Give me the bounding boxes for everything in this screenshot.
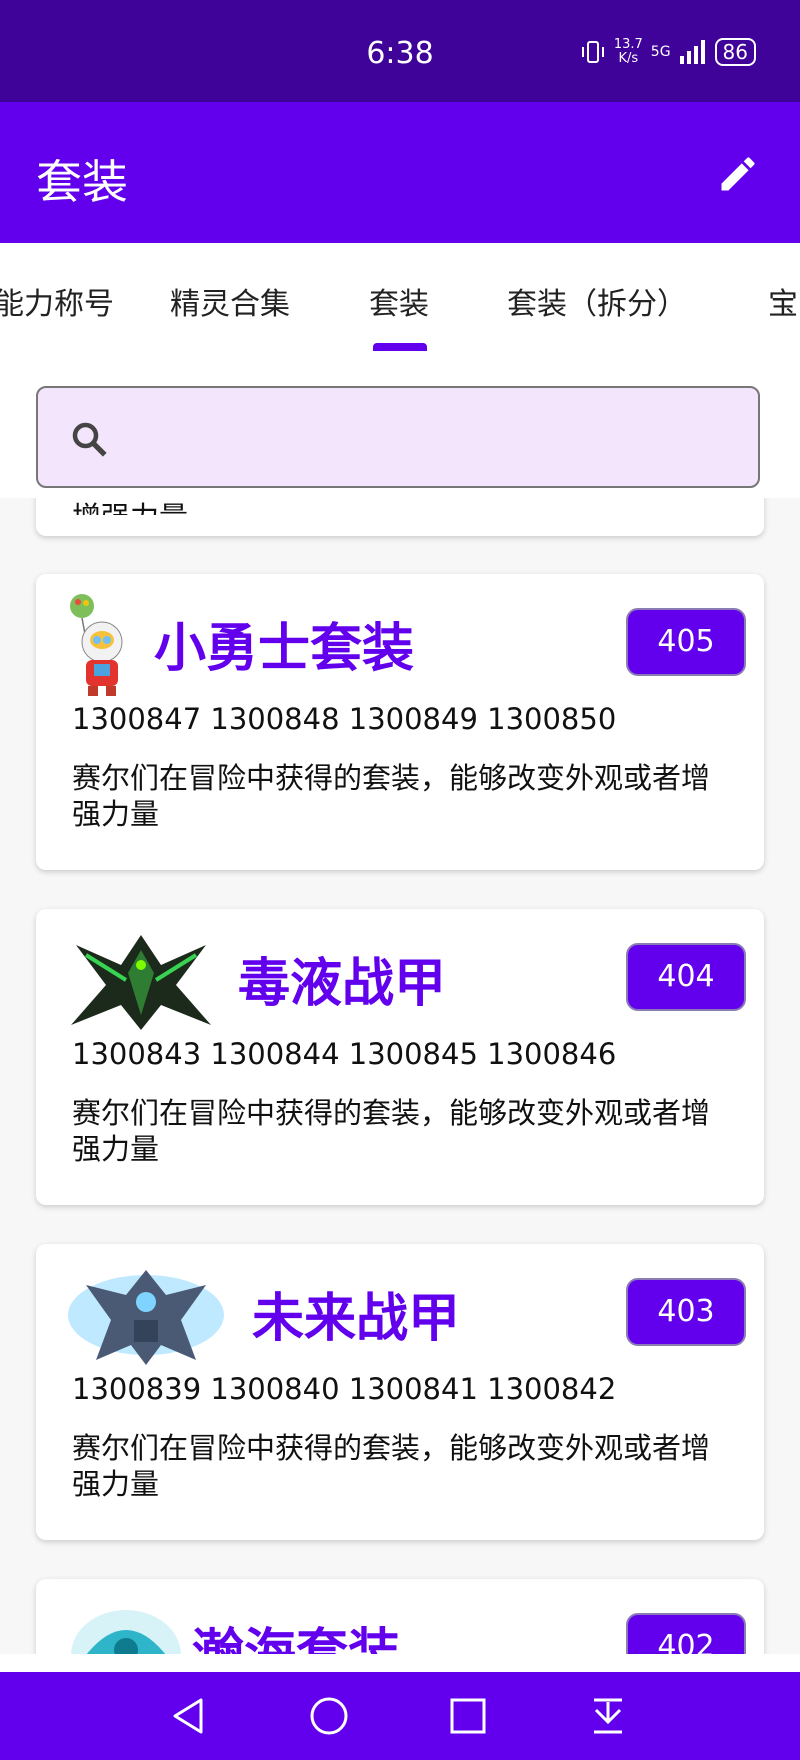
list-item[interactable]: 毒液战甲 404 1300843 1300844 1300845 1300846… bbox=[36, 909, 764, 1205]
hero-avatar-icon bbox=[70, 594, 123, 696]
back-icon[interactable] bbox=[165, 1692, 213, 1740]
card-title: 瀚海套装 bbox=[192, 1624, 401, 1654]
list-item[interactable]: 小勇士套装 405 1300847 1300848 1300849 130085… bbox=[36, 574, 764, 870]
system-nav-bar bbox=[0, 1672, 800, 1760]
tab-suits[interactable]: 套装 bbox=[369, 279, 429, 323]
vibrate-icon bbox=[581, 41, 604, 63]
card-title: 毒液战甲 bbox=[238, 954, 447, 1014]
home-icon[interactable] bbox=[305, 1692, 353, 1740]
id-badge[interactable]: 402 bbox=[626, 1613, 746, 1654]
status-icons: 13.7 K/s 5G 86 bbox=[580, 38, 756, 66]
page-title: 套装 bbox=[36, 155, 128, 209]
id-badge[interactable]: 404 bbox=[626, 943, 746, 1011]
search-icon bbox=[72, 422, 107, 457]
recents-icon[interactable] bbox=[444, 1692, 492, 1740]
tab-bar: 能力称号 精灵合集 套装 套装（拆分） 宝 bbox=[0, 243, 800, 351]
edit-icon[interactable] bbox=[716, 152, 760, 196]
venom-armor-icon bbox=[71, 935, 211, 1030]
item-ids: 1300847 1300848 1300849 1300850 bbox=[72, 702, 617, 736]
tab-indicator bbox=[373, 343, 427, 351]
app-bar: 套装 bbox=[0, 102, 800, 243]
item-ids: 1300839 1300840 1300841 1300842 bbox=[72, 1372, 617, 1406]
network-speed: 13.7 K/s bbox=[613, 37, 643, 66]
status-bar: 6:38 13.7 K/s 5G 86 bbox=[0, 0, 800, 102]
search-input[interactable] bbox=[36, 386, 760, 488]
list-item[interactable]: 未来战甲 403 1300839 1300840 1300841 1300842… bbox=[36, 1244, 764, 1540]
item-description: 赛尔们在冒险中获得的套装，能够改变外观或者增强力量 bbox=[72, 1431, 711, 1501]
suit-list[interactable]: 增强力量 小勇士套装 405 1300847 1300848 1300849 1… bbox=[0, 498, 800, 1654]
item-description: 赛尔们在冒险中获得的套装，能够改变外观或者增强力量 bbox=[72, 761, 711, 831]
item-ids: 1300843 1300844 1300845 1300846 bbox=[72, 1037, 617, 1071]
menu-down-icon[interactable] bbox=[584, 1692, 632, 1740]
tab-suits-split[interactable]: 套装（拆分） bbox=[507, 279, 687, 323]
id-badge[interactable]: 405 bbox=[626, 608, 746, 676]
list-item[interactable]: 增强力量 bbox=[36, 498, 764, 536]
ocean-suit-icon bbox=[71, 1610, 181, 1654]
network-type: 5G bbox=[650, 44, 671, 60]
tab-spirit-collection[interactable]: 精灵合集 bbox=[170, 279, 290, 323]
signal-icon bbox=[679, 40, 705, 64]
id-badge[interactable]: 403 bbox=[626, 1278, 746, 1346]
tab-ability-title[interactable]: 能力称号 bbox=[0, 279, 114, 323]
list-item[interactable]: 瀚海套装 402 bbox=[36, 1579, 764, 1654]
item-description: 赛尔们在冒险中获得的套装，能够改变外观或者增强力量 bbox=[72, 1096, 711, 1166]
tab-treasure[interactable]: 宝 bbox=[768, 279, 798, 323]
card-title: 小勇士套装 bbox=[154, 619, 415, 679]
card-title: 未来战甲 bbox=[252, 1289, 461, 1349]
future-armor-icon bbox=[68, 1270, 224, 1365]
battery-indicator: 86 bbox=[714, 38, 756, 66]
